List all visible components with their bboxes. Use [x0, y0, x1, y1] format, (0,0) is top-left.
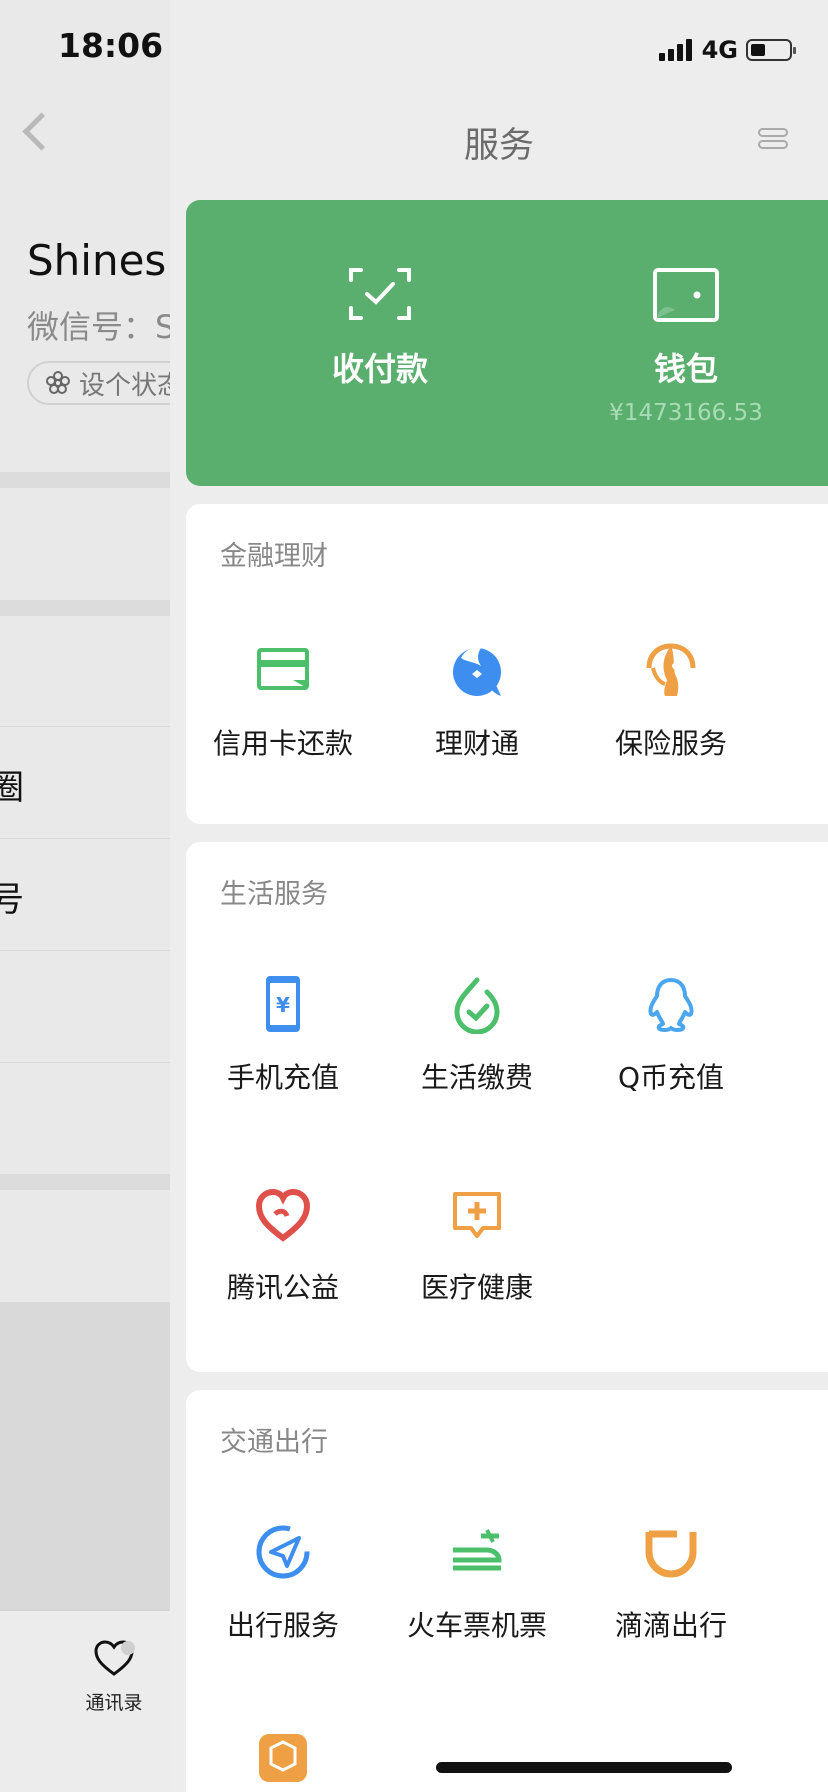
charity-label: 腾讯公益 — [226, 1271, 339, 1304]
finance-section: 金融理财 信用卡还款 理财通 保险服务 — [186, 504, 828, 824]
tab-contacts-label: 通讯录 — [85, 1692, 143, 1714]
wallet-label: 钱包 — [653, 350, 718, 388]
city-service-button[interactable]: 城 — [768, 974, 828, 1096]
hotel-icon — [259, 1734, 307, 1782]
signal-icon — [658, 39, 692, 61]
insurance-label: 保险服务 — [614, 727, 727, 760]
train-plane-button[interactable]: 火车票机票 — [380, 1522, 574, 1644]
channels-row-label[interactable]: 号 — [0, 872, 24, 921]
credit-card-repay-label: 信用卡还款 — [212, 727, 353, 760]
flower-icon — [46, 371, 70, 394]
row-divider — [0, 838, 170, 839]
section-title: 金融理财 — [220, 541, 328, 572]
life-services-section: 生活服务 ¥ 手机充值 生活缴费 Q币充值 城 — [186, 842, 828, 1372]
qq-coin-button[interactable]: Q币充值 — [574, 974, 768, 1096]
transport-section: 交通出行 出行服务 火车票机票 滴滴出行 — [186, 1390, 828, 1792]
status-indicators: 4G — [658, 36, 796, 64]
svg-text:¥: ¥ — [276, 993, 290, 1017]
battery-icon — [746, 39, 796, 61]
row-divider — [0, 726, 170, 727]
train-plane-icon — [453, 1529, 502, 1571]
row-divider — [0, 950, 170, 951]
section-separator — [0, 600, 170, 616]
train-plane-label: 火车票机票 — [406, 1609, 547, 1642]
didi-icon — [645, 1530, 697, 1578]
blank-area — [0, 1302, 170, 1610]
set-status-label: 设个状态 — [79, 370, 170, 401]
scan-pay-icon — [349, 268, 411, 320]
wallet-button[interactable]: 钱包 ¥1473166.53 — [586, 264, 786, 426]
section-separator — [0, 1174, 170, 1190]
tab-contacts[interactable]: 通讯录 — [82, 1638, 146, 1715]
wealth-icon — [453, 647, 501, 696]
didi-button[interactable]: 滴滴出行 — [574, 1522, 768, 1644]
section-title: 生活服务 — [220, 879, 328, 910]
insurance-icon — [646, 643, 696, 696]
wallet-icon — [653, 268, 719, 322]
home-indicator — [436, 1762, 732, 1773]
phone-topup-icon: ¥ — [266, 976, 300, 1032]
services-drawer: 4G 服务 收付款 钱包 ¥1473166.53 金融理财 信用卡还款 理财通 … — [170, 0, 828, 1792]
pay-collect-button[interactable]: 收付款 — [280, 264, 480, 390]
utility-bill-icon — [454, 977, 500, 1034]
wallet-balance: ¥1473166.53 — [609, 400, 763, 426]
charity-button[interactable]: 腾讯公益 — [186, 1184, 380, 1306]
qq-coin-label: Q币充值 — [617, 1061, 725, 1094]
moments-row-label[interactable]: 圈 — [0, 760, 24, 809]
insurance-button[interactable]: 保险服务 — [574, 640, 768, 762]
pay-collect-label: 收付款 — [331, 350, 428, 388]
city-service-label: 城 — [768, 1056, 828, 1096]
credit-card-repay-button[interactable]: 信用卡还款 — [186, 640, 380, 762]
status-time: 18:06 — [58, 26, 164, 65]
profile-page-background: 18:06 Shines 微信号：S 设个状态 圈 号 通讯录 — [0, 0, 170, 1792]
qq-coin-icon — [648, 978, 694, 1032]
utility-bill-label: 生活缴费 — [420, 1061, 533, 1094]
section-separator — [0, 472, 170, 488]
medical-icon — [453, 1192, 501, 1238]
travel-service-button[interactable]: 出行服务 — [186, 1522, 380, 1644]
charity-heart-icon — [255, 1188, 311, 1242]
travel-service-label: 出行服务 — [226, 1609, 339, 1642]
utility-bill-button[interactable]: 生活缴费 — [380, 974, 574, 1096]
section-title: 交通出行 — [220, 1427, 328, 1458]
network-type: 4G — [701, 36, 738, 64]
contacts-icon — [94, 1640, 135, 1676]
medical-button[interactable]: 医疗健康 — [380, 1184, 574, 1306]
profile-name: Shines — [27, 236, 167, 285]
back-arrow-icon[interactable] — [22, 112, 61, 151]
row-divider — [0, 1062, 170, 1063]
phone-topup-button[interactable]: ¥ 手机充值 — [186, 974, 380, 1096]
hotel-button[interactable] — [186, 1730, 380, 1790]
page-title: 服务 — [463, 126, 534, 166]
medical-label: 医疗健康 — [420, 1271, 533, 1304]
set-status-button[interactable]: 设个状态 — [27, 361, 170, 405]
didi-label: 滴滴出行 — [614, 1609, 727, 1642]
more-options-icon[interactable] — [758, 126, 788, 154]
travel-icon — [256, 1525, 310, 1579]
credit-card-icon — [257, 648, 309, 690]
payment-card: 收付款 钱包 ¥1473166.53 — [186, 200, 828, 486]
wechat-id: 微信号：S — [27, 308, 170, 346]
phone-topup-label: 手机充值 — [226, 1061, 339, 1094]
wealth-label: 理财通 — [434, 727, 519, 760]
wealth-button[interactable]: 理财通 — [380, 640, 574, 762]
